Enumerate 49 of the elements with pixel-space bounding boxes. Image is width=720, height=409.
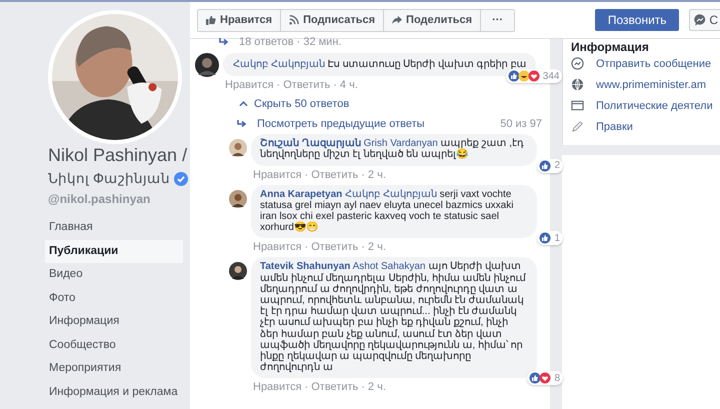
pencil-icon — [571, 120, 584, 133]
info-link[interactable]: Политические деятели — [596, 100, 713, 112]
separator-dot: · — [333, 79, 337, 92]
comment-text: Tatevik Shahunyan Ashot Sahakyan այո Սերժի վախտ ամեն ինչում մեղադրելա Սերժին, հիմա ամեն ինչում մեղադրում ա ժողովրդին, եթե ժողովուրդը վատ ա ապրում, որովհետև անբանա, ուրեմն էն ժամանակ էլ էր դրա համար վատ ապրում... ինչի էն ժամանկ չէր ասում ախպեր բա ինչի եք դիվան քշում, ինչի ձեր համար բան չեք անում, ասում էտ ձեր վատ ապֆածի մեղավորը ղեկավարությունն ա, հիմա՝ որ ինքը ղեկավար ա պարզվումը մեղախորը ժողովուրդն ա — [260, 261, 527, 374]
rss-icon — [289, 15, 300, 25]
info-link[interactable]: Правки — [596, 120, 633, 132]
globe-icon — [571, 78, 584, 91]
comment-text: Հակոբ Հակոբյան Էս ստատուսը Սերժի վախտ գրեիր բա — [233, 59, 526, 70]
separator-dot: · — [304, 241, 308, 254]
separator-dot: · — [276, 79, 280, 92]
thumbs-up-reaction-icon — [508, 70, 520, 82]
separator-dot: · — [361, 241, 365, 254]
thumbs-up-reaction-icon — [529, 372, 542, 384]
call-button[interactable]: Позвонить — [595, 9, 680, 31]
separator-dot: · — [361, 168, 365, 181]
comment-text: Anna Karapetyan Հակոբ Հակոբյան serji vaxt vochte statusa grel miayn ayl naev eluyta unecel bazmics uxxaki iran lsox chi exel pasteric kaxveq voch te statusic sael xorhurd😎😁 — [260, 188, 514, 234]
separator-dot: · — [304, 168, 308, 181]
share-arrow-icon — [392, 15, 402, 25]
nav-item[interactable]: Фото — [45, 286, 183, 310]
window-icon — [571, 99, 584, 112]
card-title: Информация — [571, 41, 650, 53]
chevron-up-icon — [239, 101, 248, 108]
laughing-face-icon — [518, 70, 530, 82]
nav-item[interactable]: Мероприятия — [45, 357, 183, 380]
separator-dot: · — [361, 381, 365, 394]
reply-arrow-icon — [219, 38, 229, 46]
nav-item[interactable]: Информация — [45, 310, 183, 334]
thumbs-up-icon — [206, 15, 216, 25]
heart-reaction-icon — [528, 70, 540, 82]
separator-dot: · — [304, 381, 308, 394]
info-link[interactable]: www.primeminister.am — [596, 78, 706, 90]
previous-replies-link[interactable]: Посмотреть предыдущие ответы — [257, 118, 425, 130]
reply-arrow-icon — [237, 120, 247, 128]
replies-counter: 50 из 97 — [500, 118, 542, 130]
page-name: Նիկոլ Փաշինյան — [48, 170, 170, 188]
messenger-icon — [694, 14, 706, 26]
nav-item[interactable]: Главная — [45, 216, 183, 240]
like-button[interactable]: Нравится — [198, 10, 282, 30]
messenger-icon — [571, 57, 584, 70]
nav-item[interactable]: Видео — [45, 263, 183, 286]
page-name: Nikol Pashinyan / — [48, 144, 188, 167]
message-button[interactable]: С — [689, 9, 720, 31]
info-link[interactable]: Отправить сообщение — [596, 58, 712, 70]
nav-item[interactable]: Информация и реклама — [45, 380, 183, 404]
comment-text: Շուշան Ղազարյան Grish Vardanyan ապրեք շատ ,էդ նեղվողները միշտ էլ նեղված են ապրել😂 — [260, 138, 525, 161]
nav-item[interactable]: Сообщество — [45, 334, 183, 357]
page-handle: @nikol.pashinyan — [48, 192, 152, 206]
hide-replies-link[interactable]: Скрыть 50 ответов — [254, 98, 350, 110]
nav-item[interactable]: Публикации — [45, 240, 183, 263]
